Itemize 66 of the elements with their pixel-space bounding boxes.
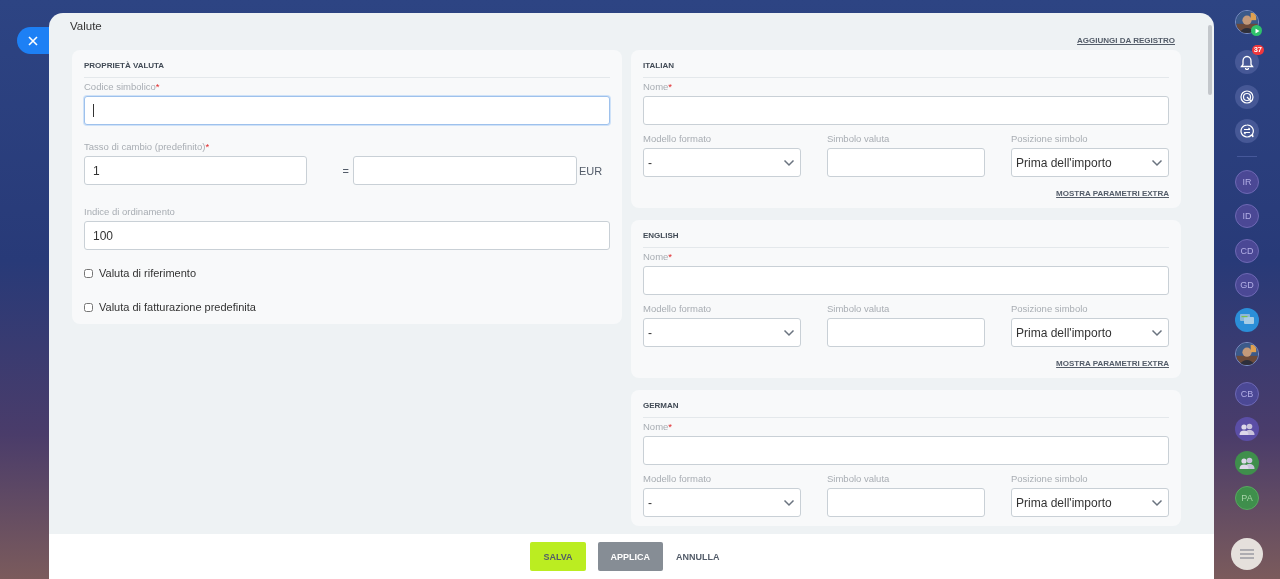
text-field[interactable] xyxy=(84,96,610,125)
field-label: Modello formato xyxy=(643,473,713,485)
card-heading: ENGLISH xyxy=(643,231,680,242)
card-heading: GERMAN xyxy=(643,401,680,412)
field-label: Modello formato xyxy=(643,303,713,315)
checkbox[interactable] xyxy=(84,268,93,278)
field-label: Codice simbolico* xyxy=(84,81,161,93)
people-icon xyxy=(1239,457,1255,469)
panel-title: Valute xyxy=(69,19,103,34)
field-label: Simbolo valuta xyxy=(827,133,891,145)
text-field[interactable] xyxy=(827,148,985,177)
field-label: Nome* xyxy=(643,81,674,93)
chevron-down-icon xyxy=(1151,158,1163,167)
text-field[interactable] xyxy=(643,436,1169,465)
show-extra-parameters-link[interactable]: MOSTRA PARAMETRI EXTRA xyxy=(1056,189,1169,199)
field-label: Nome* xyxy=(643,421,674,433)
show-extra-parameters-link[interactable]: MOSTRA PARAMETRI EXTRA xyxy=(1056,359,1169,369)
user-avatar[interactable] xyxy=(1235,10,1259,34)
text-field[interactable] xyxy=(827,488,985,517)
text-field[interactable] xyxy=(643,96,1169,125)
field-label: Posizione simbolo xyxy=(1011,473,1089,485)
chat-bubbles-icon xyxy=(1239,313,1255,326)
field-label: Nome* xyxy=(643,251,674,263)
field-label: Modello formato xyxy=(643,133,713,145)
select-field[interactable]: - xyxy=(643,488,801,517)
field-label: Simbolo valuta xyxy=(827,303,891,315)
field-label: Simbolo valuta xyxy=(827,473,891,485)
select-field[interactable]: - xyxy=(643,148,801,177)
menu-icon xyxy=(1240,549,1254,559)
card-heading: PROPRIETÀ VALUTA xyxy=(84,61,166,72)
text-field[interactable] xyxy=(353,156,577,185)
add-from-registry-link[interactable]: AGGIUNGI DA REGISTRO xyxy=(1077,36,1175,50)
cancel-button[interactable]: ANNULLA xyxy=(675,542,721,571)
people-icon xyxy=(1239,422,1255,435)
save-button[interactable]: SALVA xyxy=(530,542,586,571)
card-heading: ITALIAN xyxy=(643,61,675,72)
select-field[interactable]: Prima dell'importo xyxy=(1011,318,1169,347)
target-icon xyxy=(1240,89,1254,104)
text-field[interactable] xyxy=(643,266,1169,295)
checkbox-label: Valuta di fatturazione predefinita xyxy=(99,301,256,313)
select-field[interactable]: Prima dell'importo xyxy=(1011,148,1169,177)
text-field[interactable]: 100 xyxy=(84,221,610,250)
field-label: Tasso di cambio (predefinito)* xyxy=(84,141,211,153)
checkbox-label: Valuta di riferimento xyxy=(99,267,196,279)
currency-code: EUR xyxy=(579,164,603,177)
checkbox[interactable] xyxy=(84,302,93,312)
chat-arrows-icon xyxy=(1240,124,1254,138)
chevron-down-icon xyxy=(783,158,795,167)
select-field[interactable]: Prima dell'importo xyxy=(1011,488,1169,517)
close-icon xyxy=(28,35,38,46)
text-field[interactable] xyxy=(827,318,985,347)
bell-icon xyxy=(1240,54,1254,70)
scrollbar-thumb[interactable] xyxy=(1208,25,1212,95)
field-label: Posizione simbolo xyxy=(1011,303,1089,315)
chevron-down-icon xyxy=(783,328,795,337)
field-label: Indice di ordinamento xyxy=(84,206,176,218)
close-button[interactable] xyxy=(17,27,49,54)
field-label: Posizione simbolo xyxy=(1011,133,1089,145)
text-cursor xyxy=(93,104,94,117)
user-avatar[interactable] xyxy=(1235,342,1259,366)
equals-sign: = xyxy=(341,164,350,177)
select-field[interactable]: - xyxy=(643,318,801,347)
chevron-down-icon xyxy=(783,498,795,507)
chevron-down-icon xyxy=(1151,328,1163,337)
chevron-down-icon xyxy=(1151,498,1163,507)
text-field[interactable]: 1 xyxy=(84,156,307,185)
